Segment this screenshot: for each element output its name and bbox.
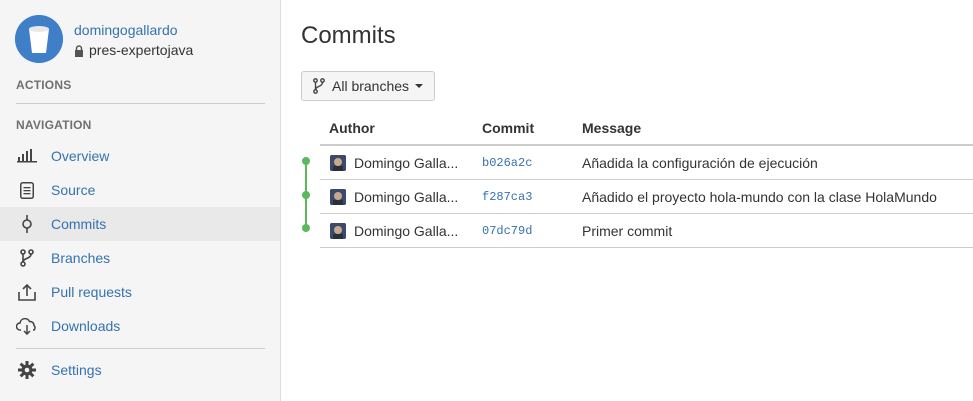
commits-table: Author Commit Message Domingo Galla... b… bbox=[320, 110, 973, 248]
branch-icon bbox=[313, 78, 325, 94]
sidebar-item-label: Downloads bbox=[51, 318, 121, 334]
author-avatar bbox=[330, 155, 346, 171]
sidebar: domingogallardo pres-expertojava ACTIONS… bbox=[0, 0, 281, 401]
overview-bars-icon bbox=[16, 147, 38, 165]
author-name: Domingo Galla... bbox=[354, 189, 459, 205]
sidebar-item-commits[interactable]: Commits bbox=[0, 207, 280, 241]
author-avatar bbox=[330, 189, 346, 205]
sidebar-item-label: Overview bbox=[51, 148, 110, 164]
navigation-heading: NAVIGATION bbox=[16, 118, 92, 132]
branch-filter-dropdown[interactable]: All branches bbox=[301, 71, 435, 101]
table-row: Domingo Galla... b026a2c Añadida la conf… bbox=[320, 146, 973, 180]
repo-name-label: pres-expertojava bbox=[89, 42, 194, 58]
pull-request-icon bbox=[16, 283, 38, 301]
commit-graph-dot bbox=[302, 157, 310, 165]
sidebar-item-branches[interactable]: Branches bbox=[0, 241, 280, 275]
chevron-down-icon bbox=[415, 84, 424, 88]
sidebar-item-overview[interactable]: Overview bbox=[0, 139, 280, 173]
table-header: Author Commit Message bbox=[320, 110, 973, 146]
author-name: Domingo Galla... bbox=[354, 155, 459, 171]
commit-hash-link[interactable]: b026a2c bbox=[482, 156, 532, 170]
sidebar-divider bbox=[16, 348, 265, 349]
sidebar-item-label: Source bbox=[51, 182, 96, 198]
lock-icon bbox=[74, 44, 84, 57]
commit-graph-dot bbox=[302, 224, 310, 232]
repo-owner-link[interactable]: domingogallardo bbox=[74, 22, 178, 38]
branch-filter-label: All branches bbox=[332, 78, 410, 94]
sidebar-item-label: Settings bbox=[51, 362, 102, 378]
commit-icon bbox=[16, 215, 38, 233]
repo-avatar[interactable] bbox=[15, 15, 63, 63]
commit-hash-link[interactable]: 07dc79d bbox=[482, 224, 532, 238]
commit-message: Primer commit bbox=[582, 223, 673, 239]
column-header-commit: Commit bbox=[482, 120, 535, 136]
sidebar-divider bbox=[16, 103, 265, 104]
commit-author[interactable]: Domingo Galla... bbox=[330, 155, 464, 171]
source-file-icon bbox=[16, 181, 38, 199]
actions-heading: ACTIONS bbox=[16, 78, 72, 92]
author-avatar bbox=[330, 223, 346, 239]
gear-icon bbox=[16, 361, 38, 379]
sidebar-item-label: Branches bbox=[51, 250, 111, 266]
sidebar-item-label: Pull requests bbox=[51, 284, 132, 300]
column-header-message: Message bbox=[582, 120, 642, 136]
repo-name[interactable]: pres-expertojava bbox=[74, 42, 193, 58]
table-row: Domingo Galla... 07dc79d Primer commit bbox=[320, 214, 973, 248]
column-header-author: Author bbox=[329, 120, 375, 136]
sidebar-item-pull-requests[interactable]: Pull requests bbox=[0, 275, 280, 309]
commit-graph-dot bbox=[302, 191, 310, 199]
author-name: Domingo Galla... bbox=[354, 223, 459, 239]
commit-author[interactable]: Domingo Galla... bbox=[330, 189, 464, 205]
branch-icon bbox=[16, 249, 38, 267]
sidebar-item-settings[interactable]: Settings bbox=[0, 353, 280, 387]
table-row: Domingo Galla... f287ca3 Añadido el proy… bbox=[320, 180, 973, 214]
commit-author[interactable]: Domingo Galla... bbox=[330, 223, 464, 239]
sidebar-item-downloads[interactable]: Downloads bbox=[0, 309, 280, 343]
commit-message: Añadida la configuración de ejecución bbox=[582, 155, 818, 171]
commit-message: Añadido el proyecto hola-mundo con la cl… bbox=[582, 189, 937, 205]
commit-hash-link[interactable]: f287ca3 bbox=[482, 190, 532, 204]
cloud-download-icon bbox=[16, 317, 38, 335]
sidebar-item-label: Commits bbox=[51, 216, 107, 232]
main-content: Commits All branches Author Commit Messa… bbox=[282, 0, 973, 401]
page-title: Commits bbox=[301, 22, 396, 49]
sidebar-item-source[interactable]: Source bbox=[0, 173, 280, 207]
